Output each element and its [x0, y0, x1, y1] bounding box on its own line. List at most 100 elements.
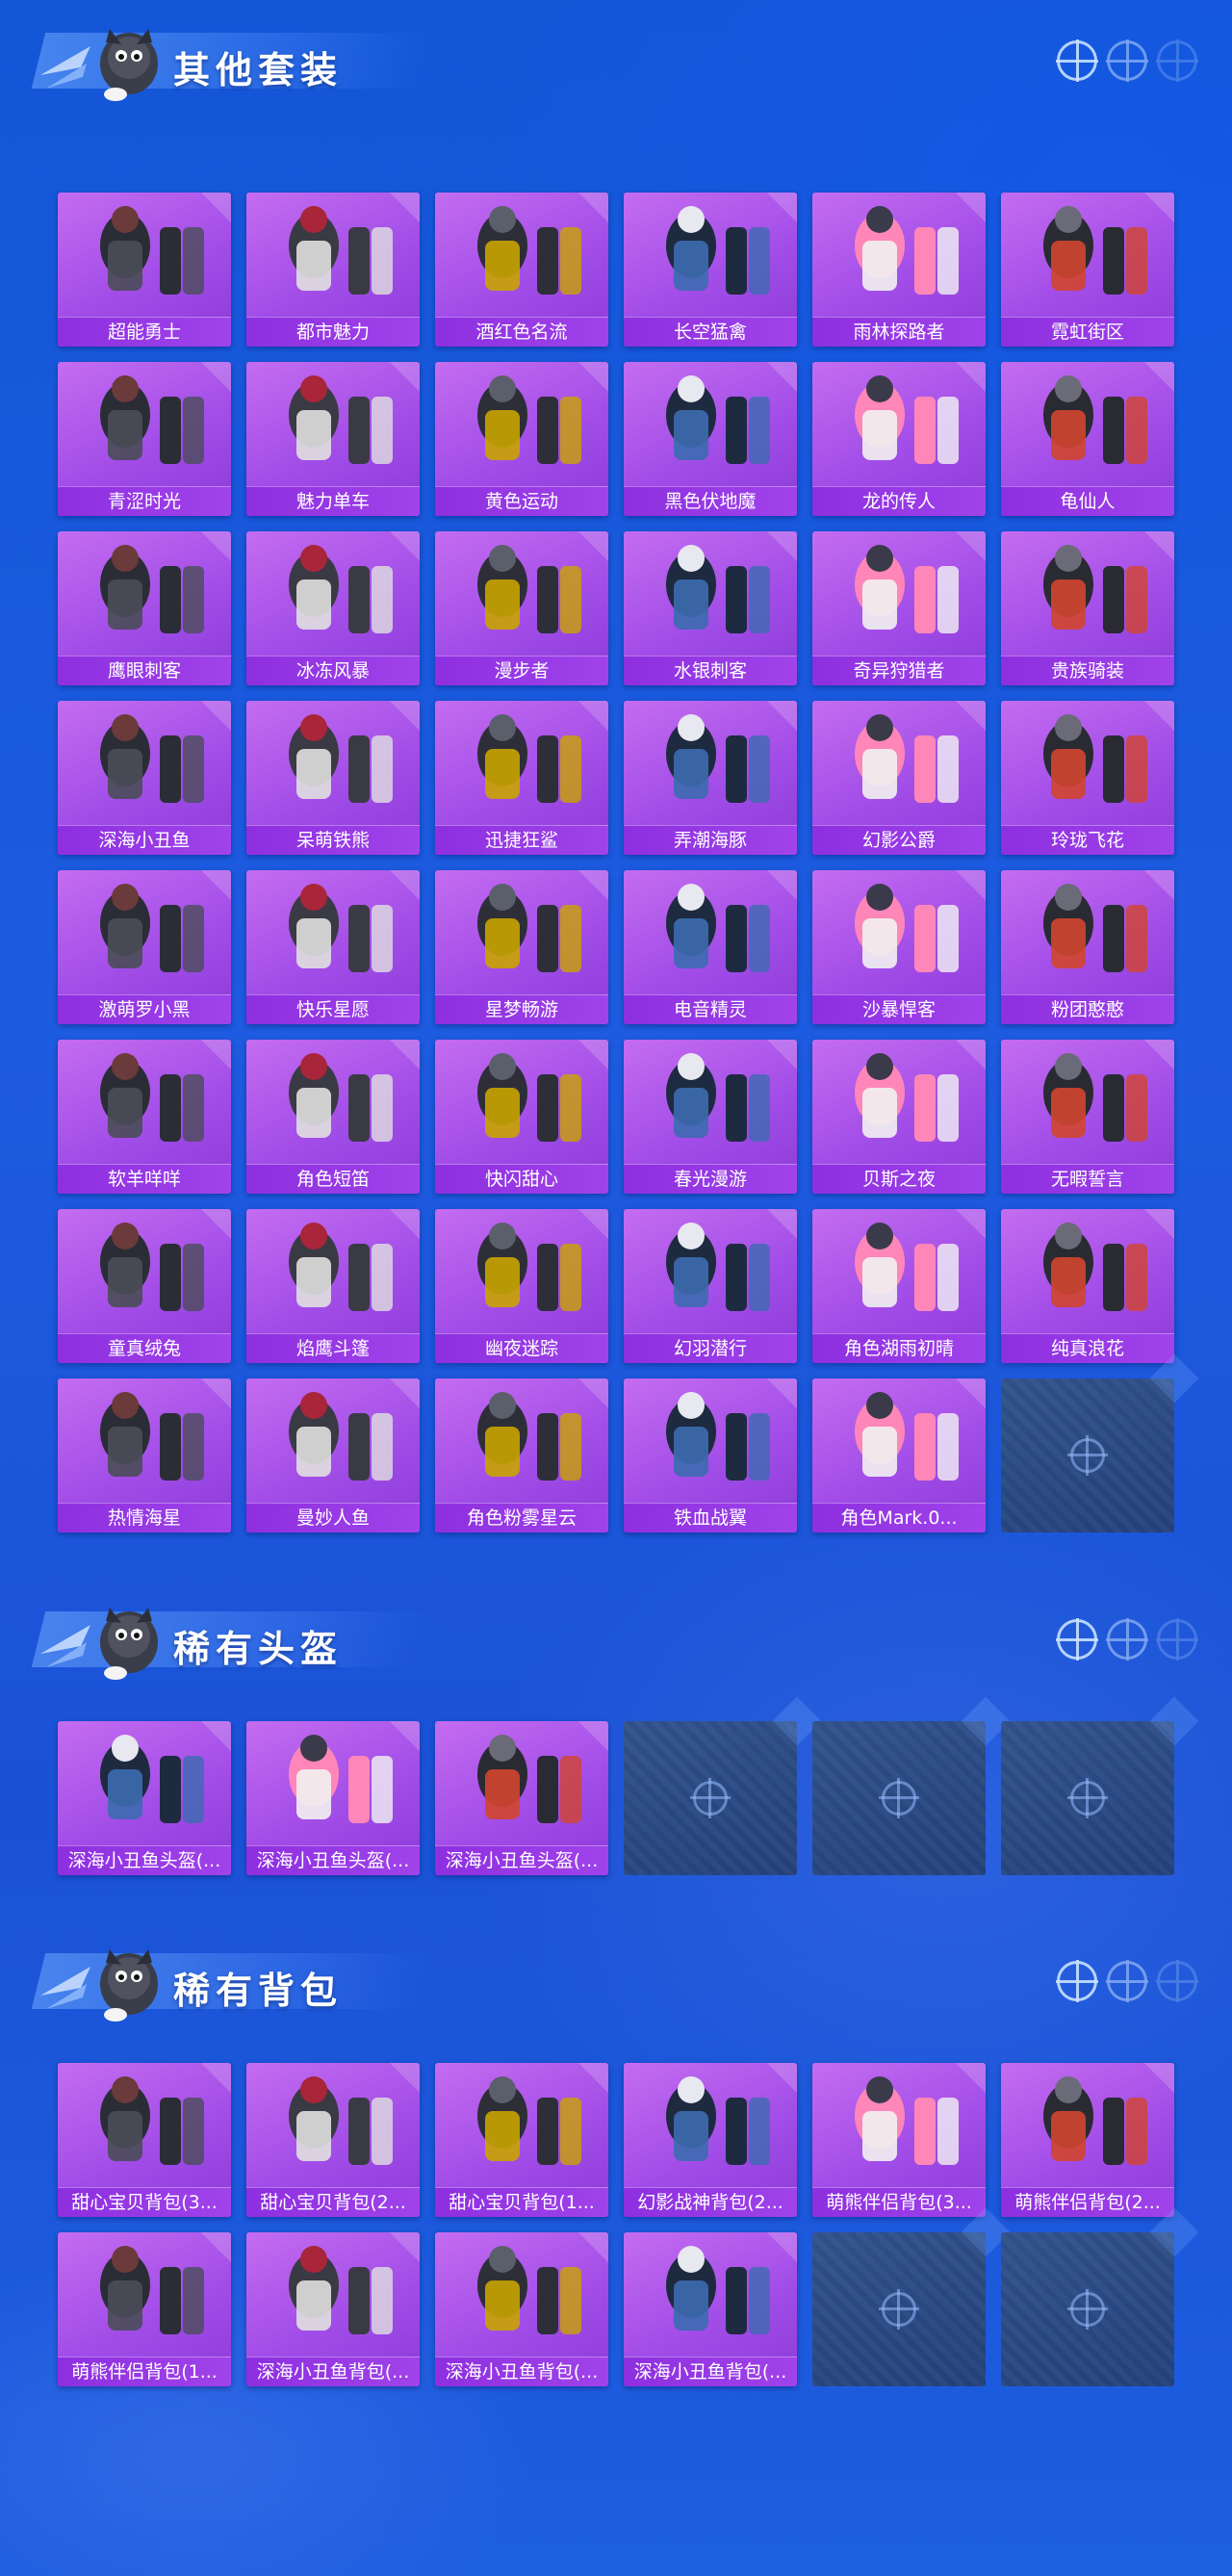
- item-card[interactable]: 雨林探路者: [812, 193, 986, 347]
- item-card[interactable]: 魅力单车: [246, 362, 420, 516]
- item-card[interactable]: 深海小丑鱼头盔(...: [435, 1721, 608, 1875]
- item-label: 幻影公爵: [812, 825, 986, 855]
- item-card[interactable]: 电音精灵: [624, 870, 797, 1024]
- item-card[interactable]: 甜心宝贝背包(2...: [246, 2063, 420, 2217]
- item-card[interactable]: 幻影公爵: [812, 701, 986, 855]
- crosshair-icon: [879, 2289, 919, 2330]
- item-label: 超能勇士: [58, 317, 231, 347]
- item-card[interactable]: 贵族骑装: [1001, 531, 1174, 685]
- item-label: 春光漫游: [624, 1164, 797, 1194]
- item-card[interactable]: 萌熊伴侣背包(1...: [58, 2232, 231, 2386]
- item-image: [289, 1735, 393, 1823]
- item-image: [855, 1223, 959, 1311]
- item-label: 霓虹街区: [1001, 317, 1174, 347]
- item-image: [1043, 375, 1147, 464]
- header-decoration: [1056, 1618, 1198, 1661]
- item-label: 幻影战神背包(2...: [624, 2187, 797, 2217]
- item-image: [666, 1053, 770, 1142]
- item-label: 黄色运动: [435, 486, 608, 516]
- item-image: [666, 545, 770, 633]
- item-card[interactable]: 水银刺客: [624, 531, 797, 685]
- item-card[interactable]: 无暇誓言: [1001, 1040, 1174, 1194]
- item-card[interactable]: 萌熊伴侣背包(2...: [1001, 2063, 1174, 2217]
- item-card[interactable]: 甜心宝贝背包(3...: [58, 2063, 231, 2217]
- item-card[interactable]: 童真绒兔: [58, 1209, 231, 1363]
- item-label: 焰鹰斗篷: [246, 1333, 420, 1363]
- item-card[interactable]: 龟仙人: [1001, 362, 1174, 516]
- item-image: [100, 1223, 204, 1311]
- item-card[interactable]: 焰鹰斗篷: [246, 1209, 420, 1363]
- item-card[interactable]: 角色Mark.0...: [812, 1378, 986, 1533]
- item-label: 快闪甜心: [435, 1164, 608, 1194]
- item-card[interactable]: 酒红色名流: [435, 193, 608, 347]
- item-label: 萌熊伴侣背包(3...: [812, 2187, 986, 2217]
- item-card[interactable]: 深海小丑鱼背包(...: [435, 2232, 608, 2386]
- item-card[interactable]: 深海小丑鱼头盔(...: [246, 1721, 420, 1875]
- item-card[interactable]: 幽夜迷踪: [435, 1209, 608, 1363]
- item-image: [289, 884, 393, 972]
- item-card[interactable]: 春光漫游: [624, 1040, 797, 1194]
- item-image: [477, 545, 581, 633]
- item-card[interactable]: 青涩时光: [58, 362, 231, 516]
- item-card[interactable]: 漫步者: [435, 531, 608, 685]
- crosshair-icon: [1106, 1960, 1148, 2002]
- item-card[interactable]: 激萌罗小黑: [58, 870, 231, 1024]
- item-card[interactable]: 超能勇士: [58, 193, 231, 347]
- item-card[interactable]: 萌熊伴侣背包(3...: [812, 2063, 986, 2217]
- item-label: 曼妙人鱼: [246, 1503, 420, 1533]
- crosshair-icon: [1056, 1618, 1098, 1661]
- item-image: [289, 714, 393, 803]
- item-card[interactable]: 黑色伏地魔: [624, 362, 797, 516]
- item-label: 龙的传人: [812, 486, 986, 516]
- item-card[interactable]: 幻羽潜行: [624, 1209, 797, 1363]
- item-card[interactable]: 霓虹街区: [1001, 193, 1174, 347]
- item-card[interactable]: 奇异狩猎者: [812, 531, 986, 685]
- item-card[interactable]: 粉团憨憨: [1001, 870, 1174, 1024]
- item-card[interactable]: 深海小丑鱼: [58, 701, 231, 855]
- item-grid: 甜心宝贝背包(3... 甜心宝贝背包(2... 甜心宝贝背包(1... 幻影战神背包(…: [58, 2063, 1174, 2386]
- section-title: 稀有背包: [173, 1970, 344, 2012]
- item-card[interactable]: 铁血战翼: [624, 1378, 797, 1533]
- item-label: 甜心宝贝背包(1...: [435, 2187, 608, 2217]
- item-card[interactable]: 玲珑飞花: [1001, 701, 1174, 855]
- item-label: 角色粉雾星云: [435, 1503, 608, 1533]
- item-label: 水银刺客: [624, 656, 797, 685]
- item-card[interactable]: 快乐星愿: [246, 870, 420, 1024]
- item-card[interactable]: 热情海星: [58, 1378, 231, 1533]
- item-card[interactable]: 深海小丑鱼背包(...: [246, 2232, 420, 2386]
- item-card[interactable]: 角色短笛: [246, 1040, 420, 1194]
- item-image: [289, 1223, 393, 1311]
- item-card[interactable]: 长空猛禽: [624, 193, 797, 347]
- item-card[interactable]: 鹰眼刺客: [58, 531, 231, 685]
- item-label: 快乐星愿: [246, 994, 420, 1024]
- item-card[interactable]: 角色湖雨初晴: [812, 1209, 986, 1363]
- item-card[interactable]: 软羊咩咩: [58, 1040, 231, 1194]
- item-card[interactable]: 沙暴悍客: [812, 870, 986, 1024]
- item-card[interactable]: 曼妙人鱼: [246, 1378, 420, 1533]
- item-card[interactable]: 幻影战神背包(2...: [624, 2063, 797, 2217]
- item-image: [100, 1735, 204, 1823]
- item-label: 弄潮海豚: [624, 825, 797, 855]
- item-label: 铁血战翼: [624, 1503, 797, 1533]
- item-card[interactable]: 呆萌铁熊: [246, 701, 420, 855]
- item-card[interactable]: 深海小丑鱼背包(...: [624, 2232, 797, 2386]
- item-card[interactable]: 快闪甜心: [435, 1040, 608, 1194]
- item-card[interactable]: 弄潮海豚: [624, 701, 797, 855]
- item-card[interactable]: 贝斯之夜: [812, 1040, 986, 1194]
- empty-slot: [624, 1721, 797, 1875]
- item-card[interactable]: 都市魅力: [246, 193, 420, 347]
- item-label: 长空猛禽: [624, 317, 797, 347]
- item-card[interactable]: 星梦畅游: [435, 870, 608, 1024]
- item-card[interactable]: 黄色运动: [435, 362, 608, 516]
- item-label: 星梦畅游: [435, 994, 608, 1024]
- item-image: [100, 206, 204, 295]
- item-card[interactable]: 深海小丑鱼头盔(...: [58, 1721, 231, 1875]
- item-card[interactable]: 角色粉雾星云: [435, 1378, 608, 1533]
- item-card[interactable]: 迅捷狂鲨: [435, 701, 608, 855]
- item-card[interactable]: 龙的传人: [812, 362, 986, 516]
- item-card[interactable]: 甜心宝贝背包(1...: [435, 2063, 608, 2217]
- item-card[interactable]: 纯真浪花: [1001, 1209, 1174, 1363]
- item-card[interactable]: 冰冻风暴: [246, 531, 420, 685]
- item-label: 酒红色名流: [435, 317, 608, 347]
- item-image: [666, 884, 770, 972]
